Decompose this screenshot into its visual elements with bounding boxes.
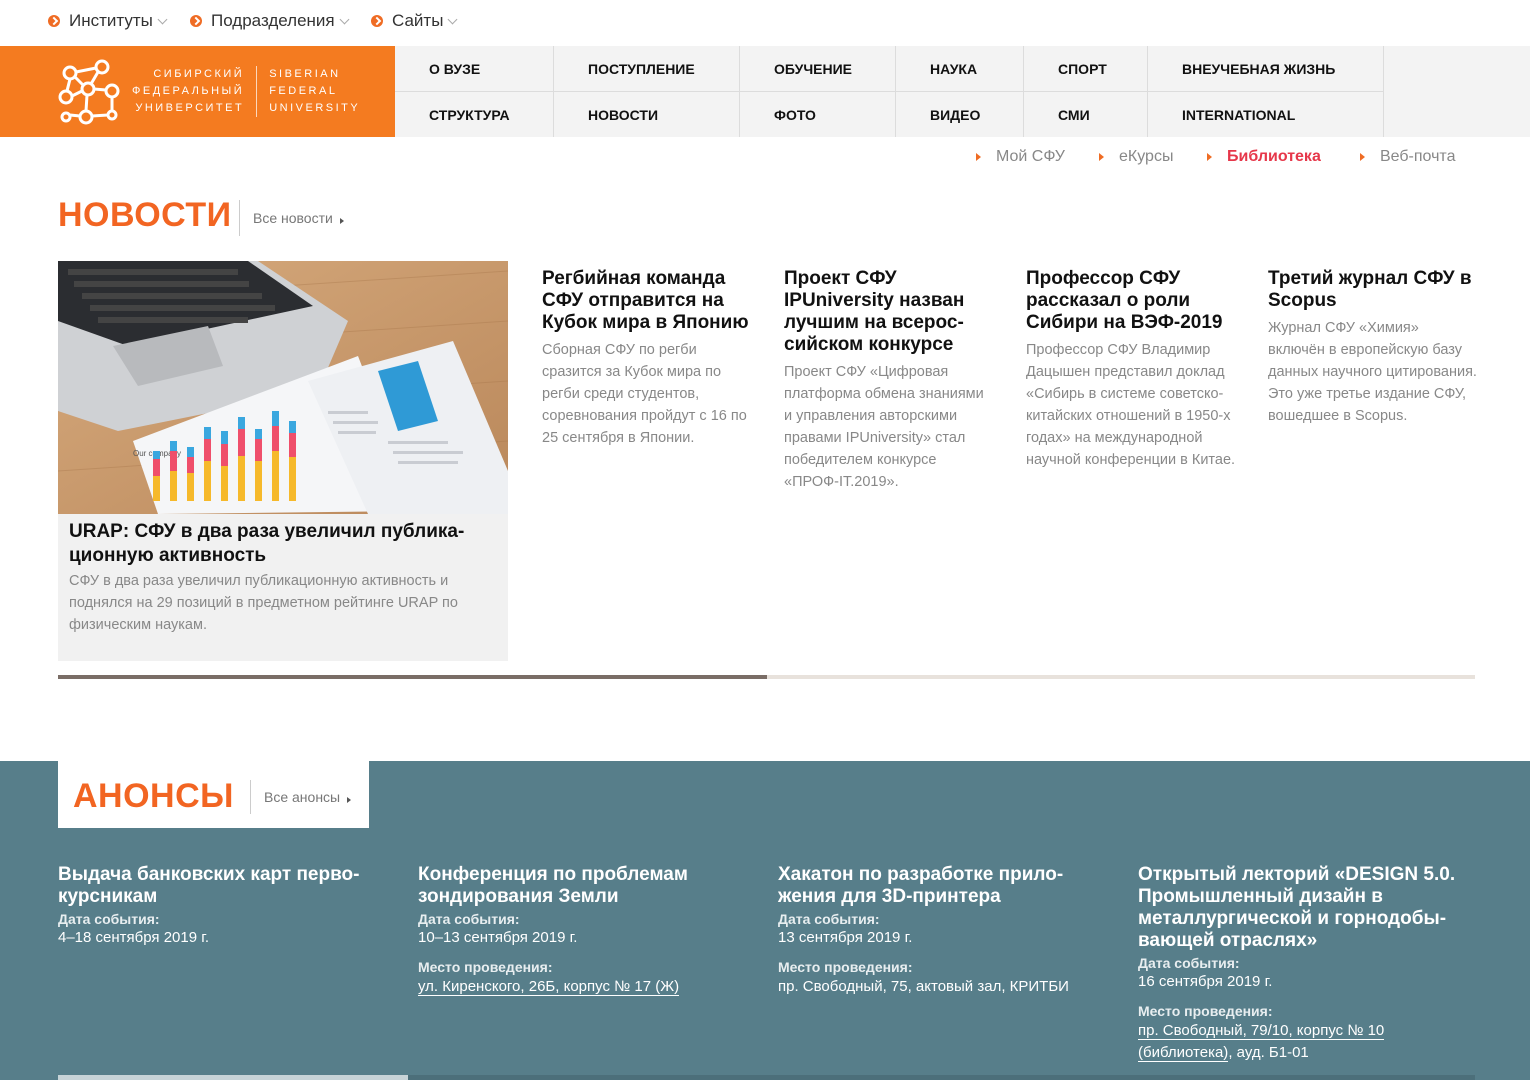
date-label: Дата события: bbox=[778, 911, 880, 927]
place-label: Место проведения: bbox=[1138, 1003, 1273, 1019]
announcements-section: АНОНСЫ Все анонсы Выдача банковских карт… bbox=[0, 761, 1530, 1080]
announcement-item: Выдача банковских карт перво­курсникам Д… bbox=[58, 864, 388, 947]
featured-news-title[interactable]: URAP: СФУ в два раза увеличил публика­ци… bbox=[69, 520, 499, 568]
triangle-right-icon bbox=[1360, 153, 1365, 161]
chevron-down-icon bbox=[339, 14, 350, 24]
announcement-item: Конференция по проблемам зондирования Зе… bbox=[418, 864, 748, 998]
featured-news-image: Our company bbox=[58, 261, 508, 514]
nav-extracurricular[interactable]: ВНЕУЧЕБНАЯ ЖИЗНЬ bbox=[1148, 46, 1384, 91]
nav-photo[interactable]: ФОТО bbox=[740, 91, 896, 137]
top-menu-sites[interactable]: Сайты bbox=[371, 11, 458, 31]
announcement-title[interactable]: Выдача банковских карт перво­курсникам bbox=[58, 864, 388, 908]
quick-link-ecourses[interactable]: еКурсы bbox=[1099, 148, 1173, 166]
news-item[interactable]: Регбийная команда СФУ отправится на Кубо… bbox=[542, 268, 752, 449]
announcement-date: 16 сентября 2019 г. bbox=[1138, 973, 1273, 990]
nav-news[interactable]: НОВОСТИ bbox=[554, 91, 740, 137]
sfu-emblem-icon bbox=[58, 59, 120, 124]
announcement-title[interactable]: Конференция по проблемам зондирования Зе… bbox=[418, 864, 748, 908]
news-title[interactable]: Регбийная команда СФУ отправится на Кубо… bbox=[542, 268, 752, 334]
arrow-right-icon bbox=[339, 218, 344, 224]
date-label: Дата события: bbox=[58, 911, 160, 927]
announcements-scrollbar-thumb[interactable] bbox=[58, 1075, 408, 1080]
nav-about[interactable]: О ВУЗЕ bbox=[395, 46, 554, 91]
arrow-circle-icon bbox=[48, 15, 60, 27]
announcement-date: 10–13 сентября 2019 г. bbox=[418, 929, 578, 946]
announcement-date: 4–18 сентября 2019 г. bbox=[58, 929, 210, 946]
quick-link-label: Мой СФУ bbox=[996, 148, 1065, 165]
announcement-item: Хакатон по разработке прило­жения для 3D… bbox=[778, 864, 1108, 998]
news-text: Журнал СФУ «Химия» включён в европейскую… bbox=[1268, 320, 1477, 424]
news-item[interactable]: Третий журнал СФУ в Scopus Журнал СФУ «Х… bbox=[1268, 268, 1478, 427]
top-menu-label: Институты bbox=[69, 11, 153, 30]
nav-science[interactable]: НАУКА bbox=[896, 46, 1024, 91]
nav-media[interactable]: СМИ bbox=[1024, 91, 1148, 137]
nav-video[interactable]: ВИДЕО bbox=[896, 91, 1024, 137]
news-title[interactable]: Третий журнал СФУ в Scopus bbox=[1268, 268, 1478, 312]
quick-link-my-sfu[interactable]: Мой СФУ bbox=[976, 148, 1065, 166]
quick-link-library[interactable]: Библиотека bbox=[1207, 148, 1321, 166]
laptop-charts-illustration: Our company bbox=[58, 261, 508, 514]
triangle-right-icon bbox=[1099, 153, 1104, 161]
announcement-title[interactable]: Открытый лекторий «DESIGN 5.0. Промышлен… bbox=[1138, 864, 1468, 952]
nav-admission[interactable]: ПОСТУПЛЕНИЕ bbox=[554, 46, 740, 91]
announcement-title[interactable]: Хакатон по разработке прило­жения для 3D… bbox=[778, 864, 1108, 908]
chevron-down-icon bbox=[447, 14, 458, 24]
news-title[interactable]: Проект СФУ IPUniversity назван лучшим на… bbox=[784, 268, 994, 356]
nav-education[interactable]: ОБУЧЕНИЕ bbox=[740, 46, 896, 91]
top-menu-divisions[interactable]: Подразделения bbox=[190, 11, 350, 31]
arrow-right-icon bbox=[347, 797, 352, 803]
announcement-item: Открытый лекторий «DESIGN 5.0. Промышлен… bbox=[1138, 864, 1468, 1064]
announcements-scrollbar[interactable] bbox=[58, 1075, 1475, 1080]
announcement-date: 13 сентября 2019 г. bbox=[778, 929, 913, 946]
all-news-link[interactable]: Все новости bbox=[239, 200, 344, 236]
all-news-label: Все новости bbox=[253, 210, 333, 226]
place-label: Место проведения: bbox=[418, 959, 553, 975]
logo-text-ru: СИБИРСКИЙ ФЕДЕРАЛЬНЫЙ УНИВЕРСИТЕТ bbox=[132, 66, 258, 117]
nav-sport[interactable]: СПОРТ bbox=[1024, 46, 1148, 91]
chevron-down-icon bbox=[157, 14, 168, 24]
news-scrollbar-thumb[interactable] bbox=[58, 675, 767, 679]
triangle-right-icon bbox=[1207, 153, 1212, 161]
announcement-place-extra: , ауд. Б1-01 bbox=[1228, 1044, 1309, 1061]
top-menu-institutes[interactable]: Институты bbox=[48, 11, 168, 31]
arrow-circle-icon bbox=[371, 15, 383, 27]
quick-link-label: Веб-почта bbox=[1380, 148, 1456, 165]
main-navigation: О ВУЗЕ ПОСТУПЛЕНИЕ ОБУЧЕНИЕ НАУКА СПОРТ … bbox=[395, 46, 1530, 137]
date-label: Дата события: bbox=[418, 911, 520, 927]
all-announcements-label: Все анонсы bbox=[264, 789, 341, 805]
quick-link-label: еКурсы bbox=[1119, 148, 1174, 165]
date-label: Дата события: bbox=[1138, 955, 1240, 971]
news-scrollbar[interactable] bbox=[58, 675, 1475, 679]
featured-news-card[interactable]: Our company URAP: СФУ в два раза увеличи… bbox=[58, 261, 508, 661]
news-item[interactable]: Проект СФУ IPUniversity назван лучшим на… bbox=[784, 268, 994, 493]
announcements-heading: АНОНСЫ bbox=[73, 777, 234, 815]
announcements-header: АНОНСЫ Все анонсы bbox=[58, 761, 369, 828]
news-heading: НОВОСТИ bbox=[58, 196, 232, 234]
top-menu-label: Сайты bbox=[392, 11, 444, 30]
news-text: Сборная СФУ по регби сразится за Кубок м… bbox=[542, 342, 747, 446]
quick-link-webmail[interactable]: Веб-почта bbox=[1360, 148, 1455, 166]
featured-news-text: СФУ в два раза увеличил публикационную а… bbox=[69, 573, 458, 633]
announcement-place-link[interactable]: ул. Киренского, 26Б, корпус № 17 (Ж) bbox=[418, 978, 680, 996]
place-label: Место проведения: bbox=[778, 959, 913, 975]
site-logo[interactable]: СИБИРСКИЙ ФЕДЕРАЛЬНЫЙ УНИВЕРСИТЕТ SIBERI… bbox=[0, 46, 395, 137]
news-text: Проект СФУ «Цифровая платформа обмена зн… bbox=[784, 364, 984, 490]
announcement-place: пр. Свободный, 75, актовый зал, КРИТБИ bbox=[778, 978, 1069, 995]
news-text: Профессор СФУ Владимир Дацышен представи… bbox=[1026, 342, 1236, 468]
top-bar: Институты Подразделения Сайты bbox=[0, 0, 1530, 46]
nav-structure[interactable]: СТРУКТУРА bbox=[395, 91, 554, 137]
triangle-right-icon bbox=[976, 153, 981, 161]
logo-text-en: SIBERIAN FEDERAL UNIVERSITY bbox=[269, 68, 361, 114]
nav-international[interactable]: INTERNATIONAL bbox=[1148, 91, 1384, 137]
top-menu-label: Подразделения bbox=[211, 11, 335, 30]
news-item[interactable]: Профессор СФУ рассказал о роли Сибири на… bbox=[1026, 268, 1236, 471]
news-title[interactable]: Профессор СФУ рассказал о роли Сибири на… bbox=[1026, 268, 1236, 334]
all-announcements-link[interactable]: Все анонсы bbox=[250, 780, 352, 814]
arrow-circle-icon bbox=[190, 15, 202, 27]
quick-link-label: Библиотека bbox=[1227, 148, 1321, 165]
